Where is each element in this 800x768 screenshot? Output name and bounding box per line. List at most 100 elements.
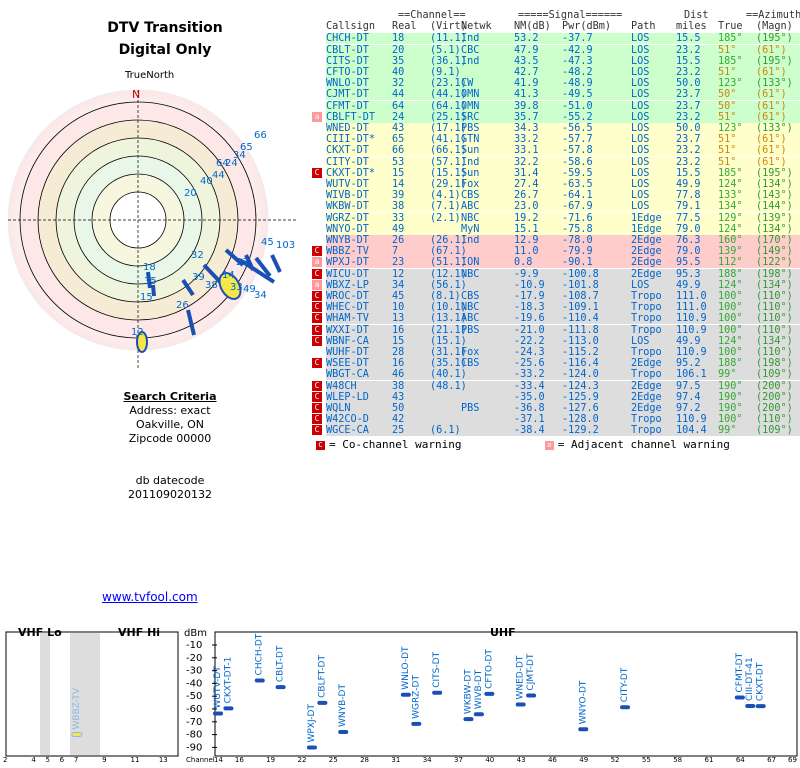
table-row[interactable]: W48CH 38 (48.1) -33.4 -124.3 2Edge 97.5 190° (20… (312, 380, 800, 392)
table-row[interactable]: CITS-DT 35 (36.1) Ind 43.5 -47.3 LOS 15.5 185° (1… (326, 55, 800, 67)
station-marker[interactable] (463, 717, 474, 722)
station-marker[interactable] (578, 727, 589, 732)
station-marker[interactable] (317, 700, 328, 705)
station-marker[interactable] (473, 712, 484, 717)
table-cell: 110.9 (676, 324, 707, 336)
table-cell: WICU-DT (326, 268, 369, 280)
table-row[interactable]: WBNF-CA 15 (15.1) -22.2 -113.0 LOS 49.9 124° (13… (312, 335, 800, 347)
table-cell: LOS (631, 89, 650, 101)
station-marker[interactable] (526, 693, 537, 698)
station-marker[interactable] (432, 690, 443, 695)
table-cell: 134° (718, 201, 743, 213)
table-row[interactable]: WKBW-DT 38 (7.1) ABC 23.0 -67.9 LOS 79.1 134° (14… (326, 201, 800, 213)
table-cell: (56.1) (430, 279, 467, 291)
table-row[interactable]: WBXZ-LP 34 (56.1) -10.9 -101.8 LOS 49.9 124° (13… (312, 279, 800, 291)
table-cell: 185° (718, 55, 743, 67)
table-row[interactable]: WUTV-DT 14 (29.1) Fox 27.4 -63.5 LOS 49.9 124° (1… (326, 179, 800, 190)
table-cell: CBS (461, 358, 480, 370)
station-marker[interactable] (745, 704, 756, 709)
table-cell: Sun (461, 167, 480, 179)
table-row[interactable]: WPXJ-DT 23 (51.1) ION 0.8 -90.1 2Edge 95.5 112°(… (312, 257, 800, 269)
table-row[interactable]: WGRZ-DT 33 (2.1) NBC 19.2 -71.6 1Edge 77.5 129° (… (326, 212, 800, 224)
station-marker[interactable] (620, 705, 631, 710)
station-marker[interactable] (515, 702, 526, 707)
station-marker[interactable] (755, 704, 766, 709)
table-cell: (195°) (756, 33, 793, 45)
polar-label: 12 (131, 327, 144, 338)
table-row[interactable]: WICU-DT 12 (12.1) NBC -9.9 -100.8 2Edge 95.3 188… (312, 268, 800, 280)
table-row[interactable]: WNYB-DT 26 (26.1) Ind 12.9 -78.0 2Edge 76.3 160°… (326, 235, 800, 246)
table-row[interactable]: CJMT-DT 44 (44.1) OMN 41.3 -49.5 LOS 23.7 50° (61… (326, 89, 800, 101)
table-cell: 185° (718, 167, 743, 179)
uhf-tick-label: 49 (579, 756, 588, 764)
uhf-tick-label: 58 (673, 756, 682, 764)
table-row[interactable]: CITY-DT 53 (57.1) Ind 32.2 -58.6 LOS 23.2 51° (61… (326, 156, 800, 168)
table-cell: -57.7 (562, 134, 593, 146)
co-channel-warning-icon: C (312, 414, 322, 425)
table-cell: CJMT-DT (326, 89, 369, 101)
table-cell: 15.1 (514, 223, 539, 235)
table-row[interactable]: WROC-DT 45 (8.1) CBS -17.9 -108.7 Tropo 111.0 10… (312, 291, 800, 302)
station-marker[interactable] (338, 730, 349, 735)
table-row[interactable]: CIII-DT* 65 (41.1) GTN 33.2 -57.7 LOS 23.7 51° (6… (326, 134, 800, 146)
table-row[interactable]: W42CO-D 42 -37.1 -128.0 Tropo 110.9 100° (110°)… (312, 414, 800, 426)
table-row[interactable]: CKXT-DT* 15 (15.1) Sun 31.4 -59.5 LOS 15.5 185°(… (312, 167, 800, 179)
table-cell: -108.7 (562, 291, 599, 302)
table-row[interactable]: WBBZ-TV 7 (67.1) 11.0 -79.9 2Edge 79.0 139° (149… (312, 246, 800, 258)
table-cell: -35.0 (514, 391, 545, 403)
station-marker[interactable] (275, 685, 286, 690)
table-row[interactable]: CHCH-DT 18 (11.1) Ind 53.2 -37.7 LOS 15.5 185° (1… (326, 33, 800, 45)
table-cell: 51° (718, 145, 737, 157)
table-row[interactable]: WUHF-DT 28 (31.1) Fox -24.3 -115.2 Tropo 110.9 1… (326, 347, 800, 358)
table-cell: 124° (718, 223, 743, 235)
table-cell: LOS (631, 335, 650, 347)
station-marker[interactable] (306, 745, 317, 750)
station-label: WUTV-DT (213, 666, 223, 709)
table-row[interactable]: WNLO-DT 32 (23.1) CW 41.9 -48.9 LOS 50.0 123° (13… (326, 78, 800, 90)
table-row[interactable]: WSEE-DT 16 (35.1) CBS -25.6 -116.4 2Edge 95.2 18… (312, 358, 800, 370)
table-row[interactable]: WHAM-TV 13 (13.1) ABC -19.6 -110.4 Tropo 110.9 1… (312, 313, 800, 325)
station-marker[interactable] (734, 695, 745, 700)
table-row[interactable]: WHEC-DT 10 (10.1) NBC -18.3 -109.1 Tropo 111.0 1… (312, 302, 800, 314)
tvfool-link[interactable]: www.tvfool.com (102, 590, 198, 604)
table-row[interactable]: WNED-DT 43 (17.1) PBS 34.3 -56.5 LOS 50.0 123° (1… (326, 123, 800, 134)
table-row[interactable]: CFTO-DT 40 (9.1) 42.7 -48.2 LOS 23.2 51° (61°) (326, 67, 800, 78)
group-header-cell: Dist (684, 10, 709, 21)
table-row[interactable]: WIVB-DT 39 (4.1) CBS 26.7 -64.1 LOS 77.8 133° (14… (326, 190, 800, 202)
uhf-tick-label: 67 (767, 756, 776, 764)
station-marker[interactable] (213, 711, 223, 716)
table-row[interactable]: CKXT-DT 66 (66.1) Sun 33.1 -57.8 LOS 23.2 51° (61… (326, 145, 800, 157)
table-cell: -42.9 (562, 44, 593, 56)
table-cell: 51° (718, 67, 737, 78)
y-tick-label: -20 (186, 653, 202, 664)
table-cell: 1Edge (631, 223, 662, 235)
table-cell: (110°) (756, 324, 793, 336)
table-cell: 185° (718, 33, 743, 45)
table-cell: 95.5 (676, 257, 701, 269)
table-row[interactable]: CBLT-DT 20 (5.1) CBC 47.9 -42.9 LOS 23.2 51° (61°… (326, 44, 800, 56)
station-marker[interactable] (484, 691, 495, 696)
table-cell: 42.7 (514, 67, 539, 78)
table-cell: -18.3 (514, 302, 545, 314)
table-row[interactable]: WNYO-DT 49 MyN 15.1 -75.8 1Edge 79.0 124° (134°) (326, 223, 800, 235)
table-cell: LOS (631, 111, 650, 123)
uhf-tick-label: 52 (611, 756, 620, 764)
station-marker[interactable] (223, 706, 234, 711)
table-cell: 34 (392, 279, 405, 291)
table-cell: 15 (392, 167, 405, 179)
table-row[interactable]: WBGT-CA 46 (40.1) -33.2 -124.0 Tropo 106.1 99° (… (326, 369, 800, 381)
table-cell: 49.9 (676, 335, 701, 347)
station-marker[interactable] (254, 678, 265, 683)
table-row[interactable]: CBLFT-DT 24 (25.1) SRC 35.7 -55.2 LOS 23.2 51° (6… (312, 111, 800, 123)
table-cell: 0.8 (514, 257, 533, 269)
station-marker[interactable] (71, 731, 83, 737)
table-row[interactable]: WQLN 50 PBS -36.8 -127.6 2Edge 97.2 190° (200°) C (312, 403, 800, 414)
table-row[interactable]: WXXI-DT 16 (21.1) PBS -21.0 -111.8 Tropo 110.9 1… (312, 324, 800, 336)
station-marker[interactable] (411, 721, 422, 726)
table-cell: WSEE-DT (326, 358, 369, 370)
table-row[interactable]: CFMT-DT 64 (64.1) OMN 39.8 -51.0 LOS 23.7 50° (61… (326, 100, 800, 112)
table-row[interactable]: WLEP-LD 43 -35.0 -125.9 2Edge 97.4 190° (200°) C (312, 391, 800, 403)
table-cell: 53 (392, 156, 405, 168)
station-marker[interactable] (400, 692, 411, 697)
table-row[interactable]: WGCE-CA 25 (6.1) -38.4 -129.2 Tropo 104.4 99° (1… (312, 425, 800, 437)
